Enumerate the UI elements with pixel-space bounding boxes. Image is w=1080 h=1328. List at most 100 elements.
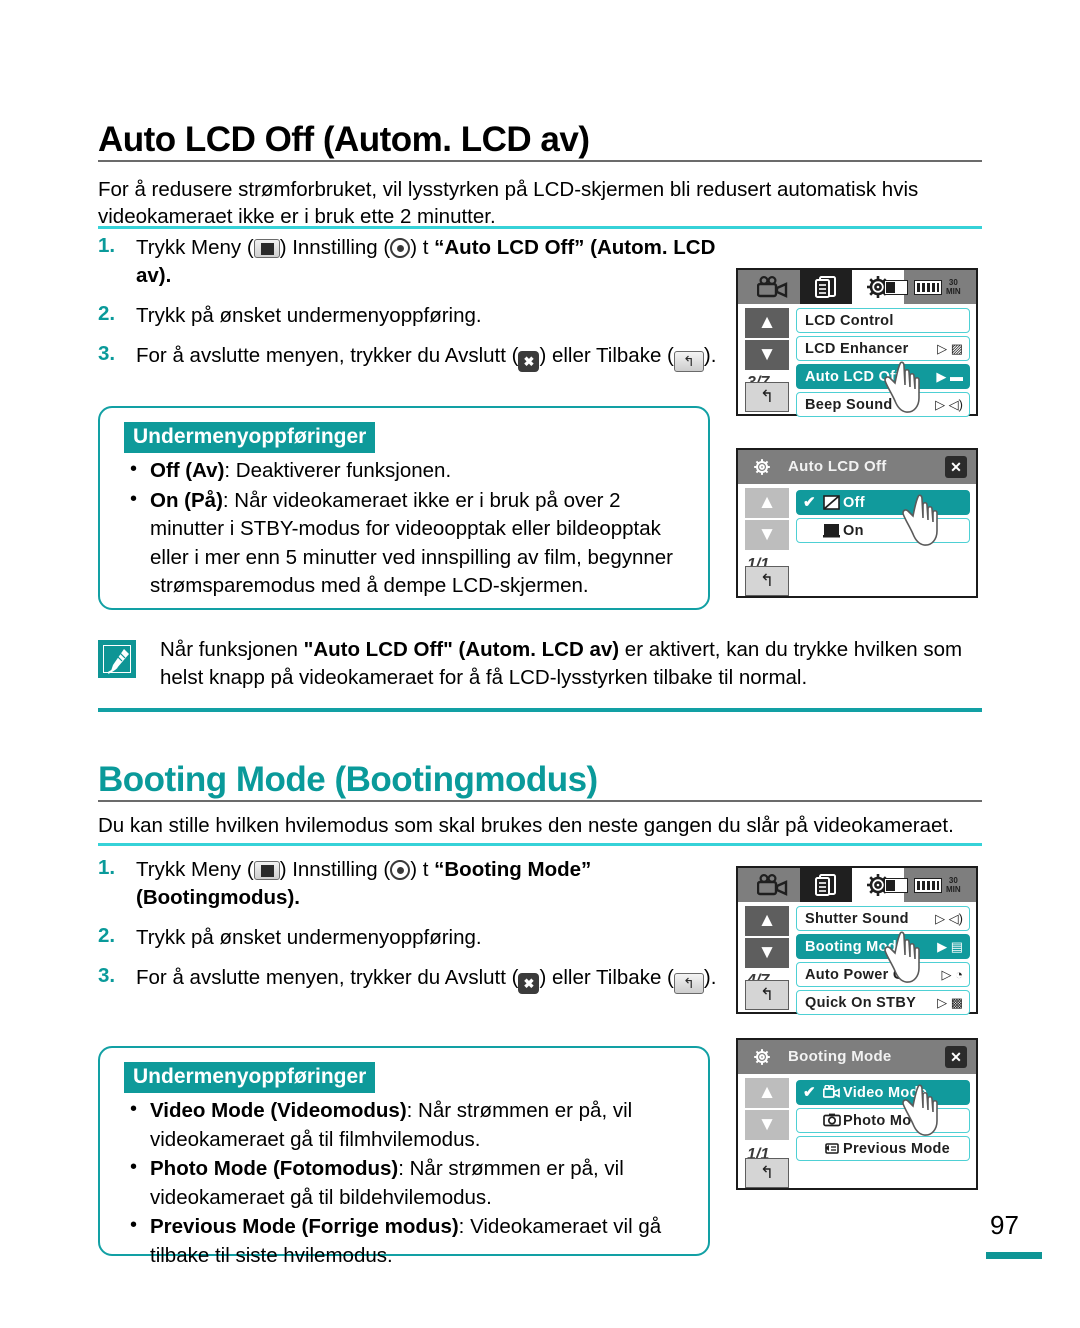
tab-pages[interactable]	[800, 868, 852, 902]
option-row[interactable]: Photo Mode	[796, 1108, 970, 1133]
step-item-1-2: 2. Trykk på ønsket undermenyoppføring.	[98, 302, 718, 330]
lcd-screen-menu-2: 30 MIN ▲ ▼ 4/7 ↰ Shutter Sound ▷ ◁) Boot…	[736, 866, 978, 1015]
option-row-selected[interactable]: ✔ Off	[796, 490, 970, 515]
scroll-up-button[interactable]: ▲	[745, 488, 789, 518]
list-item: Previous Mode (Forrige modus): Videokame…	[126, 1211, 688, 1270]
menu-row-right: ▶ ▤	[937, 939, 963, 954]
exit-icon: ✖	[518, 973, 540, 994]
lcd-off-icon	[823, 495, 840, 510]
option-row-selected[interactable]: ✔ Video Mode	[796, 1080, 970, 1105]
option-row-label: Photo Mode	[843, 1113, 929, 1129]
menu-row[interactable]: Auto Power Off ▷ ◔	[796, 962, 970, 987]
menu-row[interactable]: Shutter Sound ▷ ◁)	[796, 906, 970, 931]
menu-row-label: LCD Control	[805, 313, 894, 329]
lcd-sub-body: ▲ ▼ 1/1 ↰ ✔ Off On	[738, 484, 976, 596]
step-item-2-1: 1. Trykk Meny () Innstilling () t “Booti…	[98, 856, 718, 912]
checkmark-icon: ✔	[803, 494, 816, 511]
scroll-down-button[interactable]: ▼	[745, 520, 789, 550]
lcd-on-icon	[823, 523, 840, 538]
menu-row[interactable]: Quick On STBY ▷ ▩	[796, 990, 970, 1015]
step-text: Trykk Meny () Innstilling () t “Booting …	[136, 856, 718, 912]
exit-icon: ✖	[518, 351, 540, 372]
list-item-bold: On (På)	[150, 488, 223, 512]
step-text: Trykk på ønsket undermenyoppføring.	[136, 304, 482, 327]
close-icon[interactable]: ✕	[945, 456, 967, 478]
lcd-sub-title: Auto LCD Off	[788, 458, 887, 475]
step-text-mid: ) Innstilling (	[279, 858, 391, 881]
page-title-auto-lcd-off: Auto LCD Off (Autom. LCD av)	[98, 120, 590, 159]
separator-1	[98, 226, 982, 229]
lcd-sub-title: Booting Mode	[788, 1048, 892, 1065]
note-pen-icon	[98, 640, 136, 678]
tab-camcorder[interactable]	[748, 270, 800, 304]
menu-row-label: Quick On STBY	[805, 995, 917, 1011]
menu-row-right: ▷ ◔	[941, 967, 963, 982]
separator-2	[98, 843, 982, 846]
step-text: Trykk på ønsket undermenyoppføring.	[136, 926, 482, 949]
menu-row[interactable]: LCD Enhancer ▷ ▨	[796, 336, 970, 361]
menu-row[interactable]: Beep Sound ▷ ◁)	[796, 392, 970, 417]
step-text-pre: For å avslutte menyen, trykker du Avslut…	[136, 966, 519, 989]
step-text-mid: ) eller Tilbake (	[539, 344, 674, 367]
menu-row-selected[interactable]: Auto LCD Off ▶ ▬	[796, 364, 970, 389]
tab-pages[interactable]	[800, 270, 852, 304]
scroll-up-button[interactable]: ▲	[745, 906, 789, 936]
step-number: 1.	[98, 234, 116, 257]
back-button[interactable]: ↰	[745, 566, 789, 596]
lcd-menu-body: ▲ ▼ 3/7 ↰ LCD Control LCD Enhancer ▷ ▨ A…	[738, 304, 976, 417]
step-text-post: ).	[703, 966, 717, 989]
step-number: 2.	[98, 924, 116, 947]
option-row-label: On	[843, 523, 864, 539]
menu-row-right: ▷ ▩	[937, 995, 963, 1010]
menu-row-label: LCD Enhancer	[805, 341, 909, 357]
page-title-booting-mode: Booting Mode (Bootingmodus)	[98, 760, 598, 799]
intro-text-1: For å redusere strømforbruket, vil lysst…	[98, 178, 919, 228]
menu-row[interactable]: LCD Control	[796, 308, 970, 333]
sd-card-icon	[884, 878, 908, 893]
sd-card-icon	[884, 280, 908, 295]
tab-camcorder[interactable]	[748, 868, 800, 902]
menu-row-right: ▷ ▨	[937, 341, 963, 356]
step-number: 3.	[98, 964, 116, 987]
menu-row-selected[interactable]: Booting Mode ▶ ▤	[796, 934, 970, 959]
note-text-pre: Når funksjonen	[160, 638, 304, 661]
gear-icon	[390, 860, 411, 880]
submenu-title: Undermenyoppføringer	[124, 422, 376, 453]
scroll-up-button[interactable]: ▲	[745, 1078, 789, 1108]
list-item-bold: Previous Mode (Forrige modus)	[150, 1215, 459, 1238]
list-item: Video Mode (Videomodus): Når strømmen er…	[126, 1095, 688, 1154]
list-item: Photo Mode (Fotomodus): Når strømmen er …	[126, 1153, 688, 1212]
scroll-down-button[interactable]: ▼	[745, 938, 789, 968]
camcorder-icon	[822, 1084, 840, 1100]
camera-icon	[823, 1113, 841, 1128]
submenu-box-1: Undermenyoppføringer Off (Av): Deaktiver…	[98, 406, 710, 610]
note-text-bold: "Auto LCD Off" (Autom. LCD av)	[303, 638, 620, 661]
menu-row-right: ▷ ◁)	[935, 911, 963, 926]
scroll-down-button[interactable]: ▼	[745, 340, 789, 370]
step-text-pre: For å avslutte menyen, trykker du Avslut…	[136, 344, 519, 367]
note-box-1: Når funksjonen "Auto LCD Off" (Autom. LC…	[98, 636, 984, 692]
gear-icon	[754, 459, 770, 475]
option-row[interactable]: On	[796, 518, 970, 543]
back-button[interactable]: ↰	[745, 980, 789, 1010]
option-row-label: Video Mode	[843, 1085, 928, 1101]
option-row[interactable]: Previous Mode	[796, 1136, 970, 1161]
lcd-screen-menu-1: 30 MIN ▲ ▼ 3/7 ↰ LCD Control LCD Enhance…	[736, 268, 978, 417]
lcd-screen-sub-1: Auto LCD Off ✕ ▲ ▼ 1/1 ↰ ✔ Off On	[736, 448, 978, 598]
scroll-down-button[interactable]: ▼	[745, 1110, 789, 1140]
back-button[interactable]: ↰	[745, 1158, 789, 1188]
record-time-value: 30	[948, 876, 958, 885]
menu-icon	[253, 239, 280, 258]
step-text: For å avslutte menyen, trykker du Avslut…	[136, 964, 718, 994]
step-item-1-1: 1. Trykk Meny () Innstilling () t “Auto …	[98, 234, 718, 290]
lcd-tabbar: 30 MIN	[738, 270, 976, 304]
close-icon[interactable]: ✕	[945, 1046, 967, 1068]
gear-icon	[390, 238, 411, 258]
title-rule-2	[98, 800, 982, 802]
scroll-up-button[interactable]: ▲	[745, 308, 789, 338]
list-item: On (På): Når videokameraet ikke er i bru…	[126, 485, 688, 601]
step-text-tail: .	[294, 886, 300, 909]
menu-row-label: Beep Sound	[805, 397, 893, 413]
step-item-1-3: 3. For å avslutte menyen, trykker du Avs…	[98, 342, 718, 372]
back-button[interactable]: ↰	[745, 382, 789, 412]
